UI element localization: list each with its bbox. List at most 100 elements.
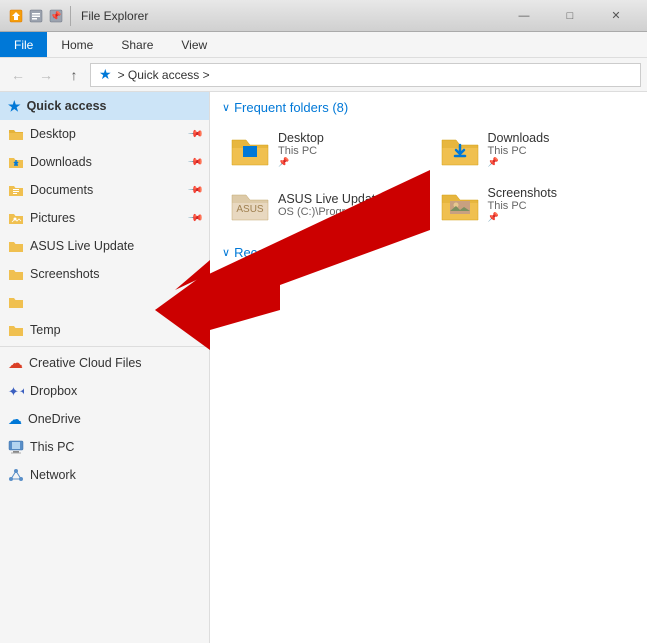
divider xyxy=(0,346,209,347)
menu-tab-home[interactable]: Home xyxy=(47,32,107,57)
folder-name: Downloads xyxy=(488,131,550,145)
folder-download-icon xyxy=(8,154,24,170)
folder-item-asus[interactable]: ASUS ASUS Live Update OS (C:)\ProgramDat… xyxy=(222,180,426,229)
sidebar-item-pictures[interactable]: Pictures 📌 xyxy=(0,204,209,232)
title-text: File Explorer xyxy=(81,9,148,23)
folder-icon xyxy=(8,266,24,282)
asus-folder-icon: ASUS xyxy=(230,187,270,222)
toolbar: ← → ↑ ★ > Quick access > xyxy=(0,58,647,92)
pin-icon: 📌 xyxy=(186,154,203,171)
close-button[interactable]: ✕ xyxy=(593,0,639,32)
folder-icon xyxy=(8,322,24,338)
downloads-folder-icon xyxy=(440,132,480,167)
this-pc-icon xyxy=(8,439,24,455)
folder-sub: This PC xyxy=(488,200,557,212)
menu-tab-view[interactable]: View xyxy=(167,32,221,57)
folder-icon xyxy=(8,294,24,310)
sidebar-label: Downloads xyxy=(30,155,92,169)
folder-name: Screenshots xyxy=(488,186,557,200)
pin-icon: 📌 xyxy=(186,210,203,227)
maximize-button[interactable]: □ xyxy=(547,0,593,32)
address-bar[interactable]: ★ > Quick access > xyxy=(90,63,641,87)
pin-indicator: 📌 xyxy=(488,212,557,223)
svg-text:ASUS: ASUS xyxy=(236,204,264,215)
sidebar-item-asus[interactable]: ASUS Live Update xyxy=(0,232,209,260)
sidebar-item-quick-access[interactable]: ★ Quick access xyxy=(0,92,209,120)
desktop-folder-icon xyxy=(230,132,270,167)
pin-indicator: 📌 xyxy=(278,157,324,168)
onedrive-icon: ☁ xyxy=(8,411,22,428)
sidebar-label: Temp xyxy=(30,323,61,337)
menu-tab-file[interactable]: File xyxy=(0,32,47,57)
title-bar: 📌 File Explorer — □ ✕ xyxy=(0,0,647,32)
sidebar-item-unnamed[interactable] xyxy=(0,288,209,316)
sidebar-item-documents[interactable]: Documents 📌 xyxy=(0,176,209,204)
folder-item-desktop[interactable]: Desktop This PC 📌 xyxy=(222,125,426,174)
sidebar-item-network[interactable]: Network xyxy=(0,461,209,489)
forward-button[interactable]: → xyxy=(34,63,58,87)
recent-files-title: Recent files (20) xyxy=(234,245,329,260)
dropbox-icon: ✦✦ xyxy=(8,383,24,399)
folder-item-downloads[interactable]: Downloads This PC 📌 xyxy=(432,125,636,174)
sidebar-label: Creative Cloud Files xyxy=(29,356,142,370)
creative-cloud-icon: ☁ xyxy=(8,354,23,372)
menu-bar: File Home Share View xyxy=(0,32,647,58)
section-title: Frequent folders (8) xyxy=(234,100,348,115)
up-button[interactable]: ↑ xyxy=(62,63,86,87)
pin-icon: 📌 xyxy=(48,8,64,24)
folder-document-icon xyxy=(8,182,24,198)
recent-files-header[interactable]: ∨ Recent files (20) xyxy=(222,245,635,260)
folder-label: Downloads This PC 📌 xyxy=(488,131,550,168)
sidebar-item-label: Quick access xyxy=(27,99,107,113)
folder-label: Screenshots This PC 📌 xyxy=(488,186,557,223)
pin-indicator: 📌 xyxy=(488,157,550,168)
sidebar-item-desktop[interactable]: Desktop 📌 xyxy=(0,120,209,148)
sidebar-label: Desktop xyxy=(30,127,76,141)
sidebar-label: OneDrive xyxy=(28,412,81,426)
sidebar-label: This PC xyxy=(30,440,74,454)
folder-sub: This PC xyxy=(278,145,324,157)
minimize-button[interactable]: — xyxy=(501,0,547,32)
address-star-icon: ★ xyxy=(99,66,112,83)
sidebar-label: Pictures xyxy=(30,211,75,225)
sidebar-item-screenshots[interactable]: Screenshots xyxy=(0,260,209,288)
separator xyxy=(70,6,71,26)
folder-name: ASUS Live Update xyxy=(278,192,417,206)
folder-sub: OS (C:)\ProgramData\ASUS xyxy=(278,206,417,218)
address-text: > Quick access > xyxy=(118,68,210,82)
main-area: ★ Quick access Desktop 📌 Downloads 📌 xyxy=(0,92,647,643)
frequent-folders-header[interactable]: ∨ Frequent folders (8) xyxy=(222,100,635,115)
sidebar-item-this-pc[interactable]: This PC xyxy=(0,433,209,461)
folder-label: ASUS Live Update OS (C:)\ProgramData\ASU… xyxy=(278,192,417,218)
chevron-icon: ∨ xyxy=(222,101,230,114)
sidebar-item-onedrive[interactable]: ☁ OneDrive xyxy=(0,405,209,433)
sidebar-label: Dropbox xyxy=(30,384,77,398)
sidebar-label: Screenshots xyxy=(30,267,99,281)
folder-label: Desktop This PC 📌 xyxy=(278,131,324,168)
svg-text:📌: 📌 xyxy=(50,10,61,21)
sidebar-item-dropbox[interactable]: ✦✦ Dropbox xyxy=(0,377,209,405)
folder-item-screenshots[interactable]: Screenshots This PC 📌 xyxy=(432,180,636,229)
home-icon xyxy=(8,8,24,24)
content-area: ∨ Frequent folders (8) Desktop This PC 📌 xyxy=(210,92,647,643)
star-icon: ★ xyxy=(8,98,21,115)
menu-tab-share[interactable]: Share xyxy=(107,32,167,57)
title-bar-icons: 📌 xyxy=(8,6,73,26)
title-controls: — □ ✕ xyxy=(501,0,639,32)
sidebar-item-temp[interactable]: Temp xyxy=(0,316,209,344)
sidebar-label: Documents xyxy=(30,183,93,197)
sidebar-item-creative-cloud[interactable]: ☁ Creative Cloud Files xyxy=(0,349,209,377)
sidebar-label: Network xyxy=(30,468,76,482)
screenshots-folder-icon xyxy=(440,187,480,222)
svg-text:✦✦: ✦✦ xyxy=(8,384,24,399)
sidebar: ★ Quick access Desktop 📌 Downloads 📌 xyxy=(0,92,210,643)
pin-icon: 📌 xyxy=(186,126,203,143)
frequent-folders-grid: Desktop This PC 📌 Downloads xyxy=(222,125,635,229)
sidebar-item-downloads[interactable]: Downloads 📌 xyxy=(0,148,209,176)
folder-name: Desktop xyxy=(278,131,324,145)
sidebar-label: ASUS Live Update xyxy=(30,239,134,253)
document-icon xyxy=(28,8,44,24)
folder-sub: This PC xyxy=(488,145,550,157)
back-button[interactable]: ← xyxy=(6,63,30,87)
folder-icon xyxy=(8,126,24,142)
